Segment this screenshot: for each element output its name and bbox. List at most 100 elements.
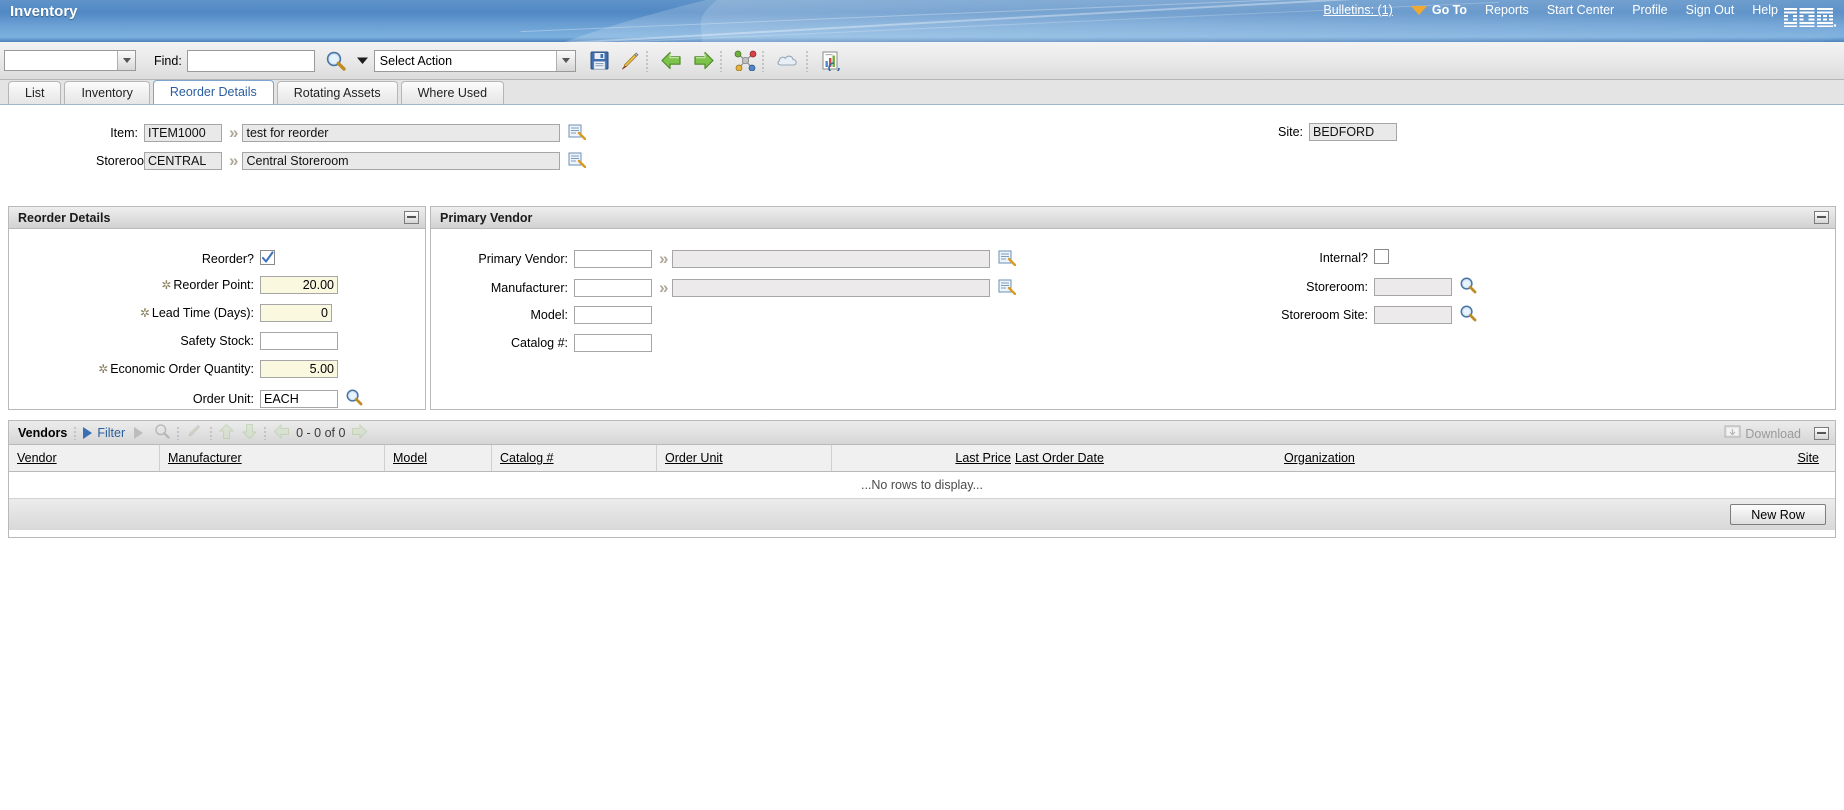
column-header-organization[interactable]: Organization [1276,445,1491,471]
toolbar-separator [645,49,648,72]
minimize-primary-vendor-button[interactable] [1814,211,1829,224]
select-action-label: Select Action [379,53,453,68]
column-label-vendor: Vendor [17,451,57,465]
minimize-vendors-table-button[interactable] [1814,427,1829,440]
item-detail-menu-icon[interactable] [568,123,587,143]
column-header-vendor[interactable]: Vendor [9,445,159,471]
manufacturer-description-input[interactable] [672,279,991,297]
column-label-catalog: Catalog # [500,451,554,465]
column-header-model[interactable]: Model [384,445,491,471]
safety-stock-label: Safety Stock: [180,334,254,348]
nav-goto[interactable]: Go To [1410,3,1467,17]
next-record-icon[interactable] [692,50,715,71]
model-input[interactable] [574,306,652,324]
toolbar-separator-2 [719,49,722,72]
vendors-table-column-headers: Vendor Manufacturer Model Catalog # Orde… [9,445,1835,472]
find-label: Find: [154,53,182,68]
safety-stock-input[interactable] [260,332,338,350]
column-header-site[interactable]: Site [1491,445,1835,471]
save-icon[interactable] [589,50,610,71]
manufacturer-detail-menu-icon[interactable] [998,278,1017,298]
tab-inventory[interactable]: Inventory [64,81,150,104]
main-toolbar: Find: Select Action [0,42,1844,80]
storeroom-detail-menu-icon[interactable] [568,151,587,171]
manufacturer-detail-chevron-icon[interactable]: » [659,278,669,298]
banner-line-3 [300,1,1500,42]
new-row-button[interactable]: New Row [1730,504,1826,525]
catalog-label: Catalog #: [511,336,568,350]
search-type-select[interactable] [4,50,136,71]
table-search-icon [154,423,170,442]
primary-vendor-detail-chevron-icon[interactable]: » [659,249,669,269]
reorder-checkbox[interactable] [260,250,275,268]
select-action-dropdown[interactable]: Select Action [373,49,576,72]
economic-order-quantity-input[interactable] [260,360,338,378]
search-type-dropdown-arrow[interactable] [117,51,135,70]
vendor-storeroom-lookup-icon[interactable] [1459,276,1477,297]
tab-rotating-assets[interactable]: Rotating Assets [276,81,398,104]
nav-bulletins[interactable]: Bulletins: (1) [1323,3,1392,17]
catalog-input[interactable] [574,334,652,352]
column-header-catalog[interactable]: Catalog # [491,445,656,471]
toolbar-separator-3 [761,49,764,72]
nav-goto-label[interactable]: Go To [1432,3,1467,17]
search-icon[interactable] [325,50,347,72]
primary-vendor-header: Primary Vendor [431,207,1835,229]
record-count: 0 - 0 of 0 [296,425,346,440]
tab-reorder-details[interactable]: Reorder Details [152,80,274,104]
toolbar-separator-3 [210,425,213,440]
reorder-details-header: Reorder Details [9,207,425,229]
nav-sign-out[interactable]: Sign Out [1686,3,1735,17]
nav-reports[interactable]: Reports [1485,3,1529,17]
minimize-reorder-details-button[interactable] [404,211,419,224]
create-report-icon[interactable] [820,50,842,71]
vendor-storeroom-input[interactable] [1374,277,1452,296]
toolbar-separator-4 [264,425,267,440]
select-action-dropdown-arrow[interactable] [356,54,369,67]
column-header-manufacturer[interactable]: Manufacturer [159,445,384,471]
tab-where-used[interactable]: Where Used [400,81,505,104]
previous-record-icon[interactable] [660,50,683,71]
required-field-icon: ✲ [98,362,109,376]
item-field-row: Item: » [96,123,587,143]
storeroom-site-lookup-icon[interactable] [1459,304,1477,325]
view-history-icon[interactable] [776,51,801,70]
nav-start-center[interactable]: Start Center [1547,3,1614,17]
lead-time-label-wrap: ✲ Lead Time (Days): [9,306,254,320]
column-header-last-price[interactable]: Last Price [831,445,1011,471]
storeroom-description-input[interactable] [242,152,561,170]
nav-profile[interactable]: Profile [1632,3,1667,17]
primary-vendor-description-input[interactable] [672,250,991,268]
model-label: Model: [530,308,568,322]
primary-vendor-detail-menu-icon[interactable] [998,249,1017,269]
filter-link[interactable]: Filter [97,426,125,440]
storeroom-input[interactable] [144,152,222,170]
lead-time-input[interactable] [260,304,332,322]
internal-checkbox[interactable] [1374,249,1389,267]
item-description-input[interactable] [242,124,561,142]
column-label-last-order-date: Last Order Date [1015,451,1104,465]
site-input[interactable] [1309,123,1397,141]
item-input[interactable] [144,124,222,142]
nav-help[interactable]: Help [1752,3,1778,17]
primary-vendor-label: Primary Vendor: [478,252,568,266]
clear-changes-icon[interactable] [619,50,641,72]
item-detail-chevron-icon[interactable]: » [229,123,239,143]
order-unit-input[interactable] [260,389,338,408]
find-input[interactable] [186,49,315,72]
storeroom-detail-chevron-icon[interactable]: » [229,151,239,171]
column-header-last-order-date[interactable]: Last Order Date [1011,445,1276,471]
reorder-point-input[interactable] [260,276,338,294]
reorder-details-title: Reorder Details [18,210,111,225]
reorder-point-label-wrap: ✲ Reorder Point: [9,278,254,292]
filter-expand-icon[interactable] [83,426,93,439]
tab-list[interactable]: List [8,81,62,104]
workflow-icon[interactable] [734,50,757,71]
order-unit-lookup-icon[interactable] [345,388,363,409]
select-action-arrow[interactable] [555,50,575,71]
reorder-checkbox-row: Reorder? [9,250,425,268]
column-header-order-unit[interactable]: Order Unit [656,445,831,471]
manufacturer-input[interactable] [574,279,652,297]
storeroom-site-input[interactable] [1374,305,1452,324]
primary-vendor-input[interactable] [574,250,652,268]
